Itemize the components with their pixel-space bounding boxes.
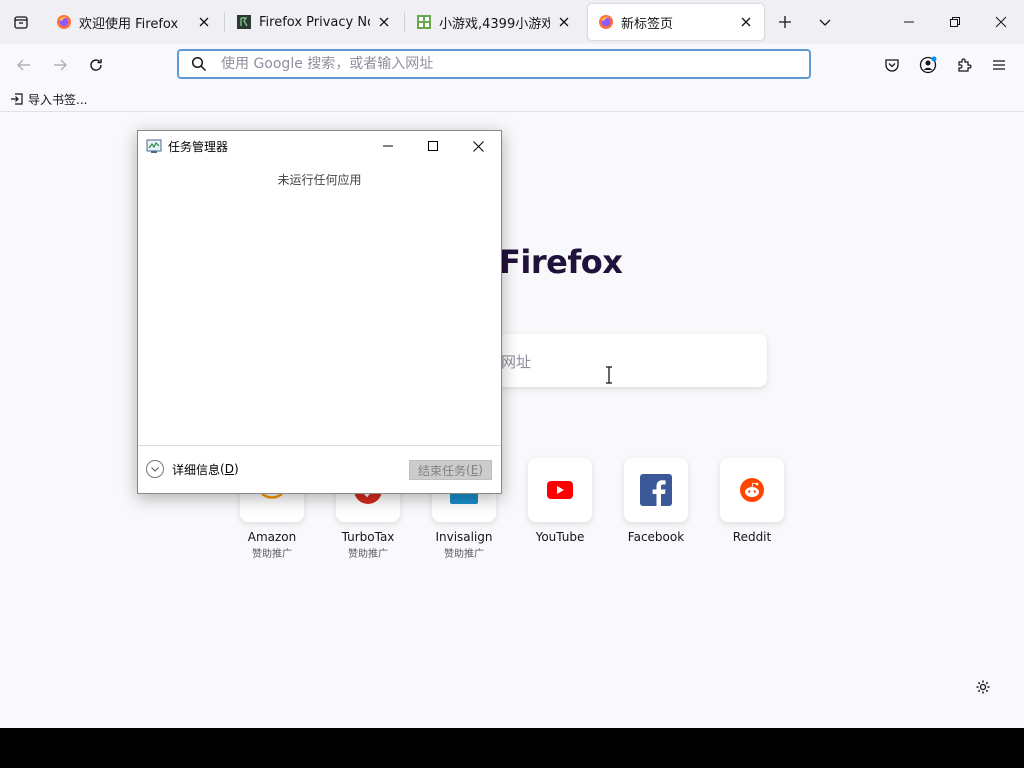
search-placeholder: 网址 [501, 353, 532, 371]
topsite-label: Invisalign [435, 530, 493, 544]
chevron-down-icon [819, 19, 831, 26]
minimize-icon [382, 145, 393, 147]
topsite-label: YouTube [535, 530, 585, 544]
tab-close-button[interactable] [376, 14, 392, 30]
tab-title: Firefox Privacy Notice [259, 14, 370, 30]
topsite-youtube[interactable]: YouTube [512, 458, 608, 544]
chevron-down-icon [146, 460, 164, 478]
sponsored-label: 赞助推广 [444, 549, 484, 560]
task-manager-title: 任务管理器 [168, 140, 229, 154]
4399-icon [417, 15, 431, 29]
close-window-button[interactable] [978, 0, 1024, 44]
mozilla-icon [237, 15, 251, 29]
tab-title: 新标签页 [621, 16, 674, 32]
plus-icon [779, 16, 791, 28]
tm-close-button[interactable] [456, 131, 501, 161]
url-input[interactable] [221, 56, 809, 72]
firefox-window: 欢迎使用 Firefox Firefox Privacy Notice 小游戏,… [0, 0, 1024, 728]
personalize-button[interactable] [972, 676, 994, 698]
back-button[interactable] [8, 49, 40, 81]
restore-button[interactable] [932, 0, 978, 44]
tab-close-button[interactable] [556, 14, 572, 30]
tab-4399[interactable]: 小游戏,4399小游戏,小游 [406, 4, 582, 40]
facebook-icon [640, 474, 672, 506]
minimize-icon [904, 21, 914, 23]
maximize-icon [427, 141, 438, 151]
bookmarks-toolbar: 导入书签... [0, 86, 1024, 112]
account-icon [919, 56, 937, 74]
firefox-icon [57, 15, 71, 29]
list-all-tabs-button[interactable] [807, 4, 843, 40]
firefox-view-button[interactable] [0, 0, 42, 44]
close-icon [473, 140, 484, 152]
url-bar[interactable] [177, 49, 811, 79]
task-manager-window: 任务管理器 未运行任何应用 详细信息 (D) 结束任务 (E) [137, 130, 502, 494]
topsite-label: Amazon [247, 530, 297, 544]
close-icon [741, 17, 751, 27]
black-bottom-strip [0, 728, 1024, 768]
import-icon [11, 93, 23, 105]
extensions-button[interactable] [948, 49, 980, 81]
no-apps-message: 未运行任何应用 [277, 173, 362, 187]
tab-close-button[interactable] [738, 14, 754, 30]
forward-button[interactable] [44, 49, 76, 81]
gear-icon [976, 680, 990, 694]
close-icon [995, 16, 1007, 28]
back-arrow-icon [17, 59, 30, 71]
topsite-label: Facebook [627, 530, 685, 544]
reload-button[interactable] [80, 49, 112, 81]
tab-close-button[interactable] [196, 14, 212, 30]
topsite-label: Reddit [732, 530, 772, 544]
tab-strip: 欢迎使用 Firefox Firefox Privacy Notice 小游戏,… [0, 0, 1024, 44]
tab-new-tab[interactable]: 新标签页 [588, 4, 764, 40]
sponsored-label: 赞助推广 [252, 549, 292, 560]
puzzle-icon [958, 58, 972, 72]
reload-icon [90, 59, 102, 71]
pocket-icon [885, 59, 899, 72]
firefox-view-icon [14, 16, 28, 29]
import-bookmarks-label: 导入书签... [28, 92, 88, 107]
close-icon [559, 17, 569, 27]
firefox-wordmark: Firefox [499, 243, 623, 281]
topsite-facebook[interactable]: Facebook [608, 458, 704, 544]
more-details-button[interactable]: 详细信息 (D) [146, 460, 239, 478]
end-task-button[interactable]: 结束任务 (E) [409, 460, 492, 480]
search-icon [191, 56, 207, 72]
topsite-tile[interactable] [720, 458, 784, 522]
tab-privacy-notice[interactable]: Firefox Privacy Notice [226, 4, 402, 40]
restore-icon [950, 17, 960, 27]
firefox-icon [599, 15, 613, 29]
pocket-button[interactable] [876, 49, 908, 81]
task-manager-icon [146, 139, 162, 153]
topsite-reddit[interactable]: Reddit [704, 458, 800, 544]
topsite-tile[interactable] [528, 458, 592, 522]
text-cursor-icon [606, 366, 612, 384]
more-details-label: 详细信息 [172, 462, 221, 477]
forward-arrow-icon [54, 59, 67, 71]
task-manager-footer: 详细信息 (D) 结束任务 (E) [138, 445, 501, 493]
import-bookmarks-button[interactable]: 导入书签... [10, 89, 87, 109]
topsite-label: TurboTax [341, 530, 395, 544]
details-accesskey: D [224, 462, 234, 476]
tm-minimize-button[interactable] [365, 131, 410, 161]
close-icon [199, 17, 209, 27]
app-menu-button[interactable] [983, 49, 1015, 81]
tab-title: 欢迎使用 Firefox [79, 16, 179, 32]
close-icon [379, 17, 389, 27]
end-task-accesskey: E [470, 463, 479, 477]
sponsored-label: 赞助推广 [348, 549, 388, 560]
account-button[interactable] [912, 49, 944, 81]
task-manager-titlebar[interactable]: 任务管理器 [138, 131, 501, 161]
end-task-label: 结束任务 [418, 463, 467, 478]
minimize-button[interactable] [886, 0, 932, 44]
nav-bar [0, 44, 1024, 86]
tm-maximize-button[interactable] [410, 131, 455, 161]
youtube-icon [547, 481, 573, 499]
tab-title: 小游戏,4399小游戏,小游 [439, 16, 550, 32]
reddit-icon [740, 478, 764, 502]
hamburger-icon [993, 60, 1005, 70]
topsite-tile[interactable] [624, 458, 688, 522]
tab-welcome[interactable]: 欢迎使用 Firefox [46, 4, 222, 40]
new-tab-button[interactable] [767, 4, 803, 40]
